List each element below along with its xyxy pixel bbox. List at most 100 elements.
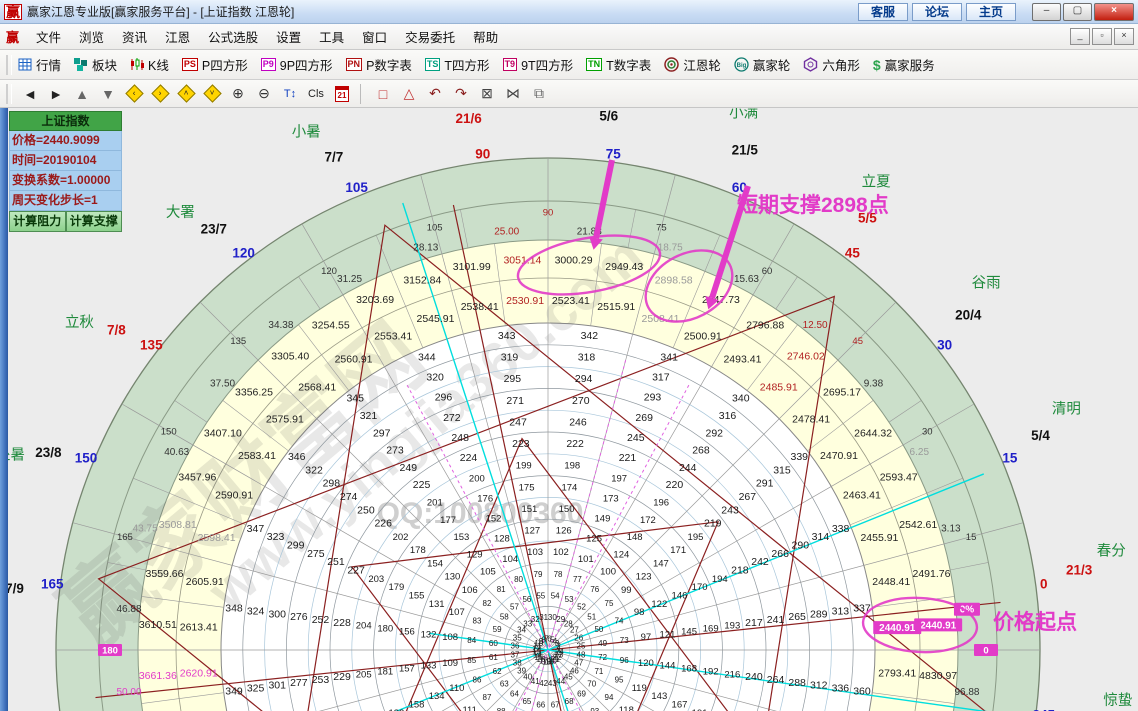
svg-text:168: 168 [681, 664, 697, 675]
toolbar-hexagon[interactable]: 六角形 [803, 55, 860, 74]
svg-text:春分: 春分 [1097, 543, 1126, 560]
mdi-minimize-button[interactable]: _ [1070, 28, 1090, 45]
svg-text:56: 56 [522, 595, 531, 604]
drawtool-square-tool[interactable]: □ [371, 84, 395, 104]
drawtool-rotate-right-tri[interactable]: ▼ [96, 84, 120, 104]
drawtool-screen[interactable]: ⧉ [527, 84, 551, 104]
svg-text:242: 242 [751, 556, 769, 568]
toolbar-quotes[interactable]: 行情 [18, 55, 61, 74]
toolbar-gann-wheel[interactable]: 江恩轮 [664, 55, 721, 74]
svg-text:21/5: 21/5 [732, 142, 759, 157]
drawtool-zoom-out[interactable]: ⊖ [252, 84, 276, 104]
svg-text:3203.69: 3203.69 [356, 294, 394, 306]
drawtool-next[interactable]: ► [44, 84, 68, 104]
panel-row-3[interactable]: 周天变化步长=1 [9, 191, 122, 211]
svg-text:192: 192 [703, 666, 719, 677]
svg-text:150: 150 [75, 451, 98, 466]
toolbar-label-gann-wheel: 江恩轮 [683, 55, 721, 74]
menu-item-工具[interactable]: 工具 [310, 24, 353, 49]
svg-text:3152.84: 3152.84 [403, 274, 441, 286]
svg-text:50.00: 50.00 [117, 687, 142, 698]
svg-text:247: 247 [509, 416, 527, 428]
svg-text:74: 74 [615, 617, 624, 626]
zoom-in-icon: ⊕ [232, 85, 244, 102]
svg-text:90: 90 [543, 208, 554, 219]
svg-text:106: 106 [462, 585, 478, 596]
next-icon: ► [49, 86, 63, 102]
toolbar-winner-service[interactable]: $赢家服务 [873, 55, 935, 74]
menu-item-资讯[interactable]: 资讯 [113, 24, 156, 49]
svg-text:293: 293 [644, 392, 662, 404]
toolbar-kline[interactable]: K线 [130, 55, 169, 74]
menu-item-公式选股[interactable]: 公式选股 [199, 24, 267, 49]
svg-text:272: 272 [443, 412, 461, 424]
svg-text:268: 268 [692, 445, 710, 457]
svg-text:73: 73 [620, 636, 629, 645]
drawtool-step-left[interactable]: ‹ [122, 84, 146, 104]
svg-text:3305.40: 3305.40 [271, 351, 309, 363]
svg-text:155: 155 [409, 591, 425, 602]
svg-text:71: 71 [594, 667, 603, 676]
t-table-icon: TN [586, 58, 602, 71]
menu-item-设置[interactable]: 设置 [267, 24, 310, 49]
drawtool-step-up[interactable]: ˄ [174, 84, 198, 104]
menu-item-江恩[interactable]: 江恩 [156, 24, 199, 49]
drawtool-rotate-ccw[interactable]: ↶ [423, 84, 447, 104]
svg-text:157: 157 [399, 664, 415, 675]
drawtool-box-x[interactable]: ⊠ [475, 84, 499, 104]
mdi-close-button[interactable]: × [1114, 28, 1134, 45]
svg-text:144: 144 [660, 661, 676, 672]
header-button-客服[interactable]: 客服 [858, 3, 908, 21]
gann-wheel-canvas[interactable]: 赢家财富网www.yingjia360.comQQ:10080036012345… [8, 108, 1138, 711]
svg-text:80: 80 [514, 575, 523, 584]
svg-text:小满: 小满 [729, 108, 758, 121]
toolbar-winner-wheel[interactable]: Big赢家轮 [734, 55, 791, 74]
svg-text:345: 345 [1032, 707, 1055, 711]
close-button[interactable]: × [1094, 3, 1134, 21]
drawtool-prev[interactable]: ◄ [18, 84, 42, 104]
svg-text:2598.41: 2598.41 [198, 532, 236, 544]
drawtool-calendar[interactable]: 21 [330, 84, 354, 104]
toolbar-t-table[interactable]: TNT数字表 [586, 55, 651, 74]
svg-text:226: 226 [374, 518, 392, 530]
svg-text:25.00: 25.00 [494, 227, 519, 238]
panel-row-0[interactable]: 价格=2440.9099 [9, 131, 122, 151]
drawtool-triangle-tool[interactable]: △ [397, 84, 421, 104]
svg-text:59: 59 [493, 625, 502, 634]
mdi-restore-button[interactable]: ▫ [1092, 28, 1112, 45]
panel-row-1[interactable]: 时间=20190104 [9, 151, 122, 171]
badge-TS: TS [425, 58, 441, 71]
drawtool-step-right[interactable]: › [148, 84, 172, 104]
menu-item-帮助[interactable]: 帮助 [464, 24, 507, 49]
drawtool-rotate-left-tri[interactable]: ▲ [70, 84, 94, 104]
toolbar-sectors[interactable]: 板块 [74, 55, 117, 74]
toolbar-p-table[interactable]: PNP数字表 [346, 55, 412, 74]
menu-item-浏览[interactable]: 浏览 [70, 24, 113, 49]
menu-item-窗口[interactable]: 窗口 [353, 24, 396, 49]
toolbar-9t-square[interactable]: T99T四方形 [503, 55, 574, 74]
menu-item-交易委托[interactable]: 交易委托 [396, 24, 464, 49]
toolbar-p-square[interactable]: PSP四方形 [182, 55, 248, 74]
drawtool-rotate-cw[interactable]: ↷ [449, 84, 473, 104]
menu-item-文件[interactable]: 文件 [27, 24, 70, 49]
minimize-button[interactable]: – [1032, 3, 1061, 21]
panel-button-计算支撑[interactable]: 计算支撑 [66, 211, 123, 232]
svg-text:313: 313 [832, 606, 850, 618]
drawtool-t-updown[interactable]: T↕ [278, 84, 302, 104]
header-button-论坛[interactable]: 论坛 [912, 3, 962, 21]
drawtool-shrink[interactable]: ⋈ [501, 84, 525, 104]
toolbar-t-square[interactable]: TST四方形 [425, 55, 490, 74]
drawtool-step-down[interactable]: ˅ [200, 84, 224, 104]
panel-row-2[interactable]: 变换系数=1.00000 [9, 171, 122, 191]
maximize-button[interactable]: ▢ [1063, 3, 1092, 21]
svg-text:251: 251 [327, 556, 345, 568]
drawtool-zoom-in[interactable]: ⊕ [226, 84, 250, 104]
svg-text:28.13: 28.13 [413, 243, 438, 254]
svg-text:84: 84 [467, 636, 476, 645]
svg-text:150: 150 [559, 504, 575, 515]
svg-text:0: 0 [983, 646, 988, 657]
drawtool-cls[interactable]: Cls [304, 84, 328, 104]
toolbar-9p-square[interactable]: P99P四方形 [261, 55, 333, 74]
panel-button-计算阻力[interactable]: 计算阻力 [9, 211, 66, 232]
header-button-主页[interactable]: 主页 [966, 3, 1016, 21]
